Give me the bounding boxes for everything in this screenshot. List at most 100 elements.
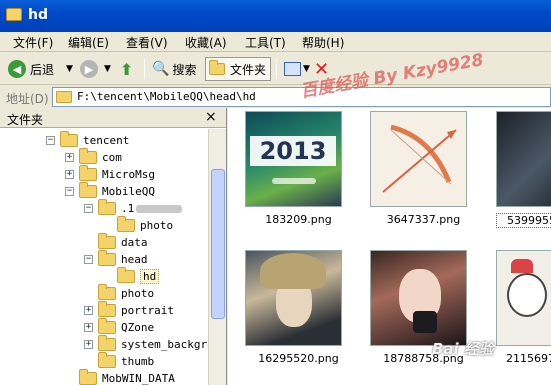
tree-item-label: head — [121, 253, 148, 266]
folder-icon — [79, 148, 97, 164]
tree-item-label: tencent — [83, 134, 130, 147]
tree-item[interactable]: + MicroMsg — [65, 165, 155, 183]
search-icon: 🔍 — [152, 61, 170, 77]
tree-item[interactable]: − MobileQQ — [65, 182, 155, 200]
tree-item[interactable]: photo — [84, 284, 155, 302]
image-detail — [272, 178, 316, 184]
scrollbar-thumb[interactable] — [211, 169, 225, 319]
menu-bar: 文件(F) 编辑(E) 查看(V) 收藏(A) 工具(T) 帮助(H) — [0, 32, 551, 52]
tree-item-label: MobileQQ — [102, 185, 155, 198]
folder-icon — [117, 267, 135, 283]
collapse-icon[interactable]: − — [84, 255, 93, 264]
folder-pane-title: 文件夹 — [7, 113, 44, 127]
tree-item[interactable]: − tencent — [46, 131, 130, 149]
tree-scrollbar[interactable] — [208, 129, 226, 385]
toolbar-separator — [144, 59, 145, 79]
folder-icon — [98, 301, 116, 317]
tree-item[interactable]: hd — [103, 267, 160, 285]
address-field[interactable]: F:\tencent\MobileQQ\head\hd — [52, 87, 551, 107]
expand-icon[interactable]: + — [65, 170, 74, 179]
menu-edit[interactable]: 编辑(E) — [68, 34, 109, 51]
tree-item[interactable]: + QZone — [84, 318, 155, 336]
dropdown-arrow-icon[interactable]: ▼ — [66, 64, 73, 74]
tree-item[interactable]: + com — [65, 148, 122, 166]
collapse-icon[interactable]: − — [84, 204, 93, 213]
redacted-text — [136, 204, 183, 213]
forward-arrow-icon: ▶ — [80, 60, 98, 78]
back-button[interactable]: ◀ 后退 ▼ — [8, 57, 73, 81]
folder-icon — [56, 91, 72, 103]
folders-icon — [209, 60, 225, 75]
expand-icon[interactable]: + — [84, 340, 93, 349]
title-bar: hd — [0, 0, 551, 32]
expand-icon[interactable]: + — [65, 153, 74, 162]
file-name: 183209.png — [265, 213, 332, 226]
image-hat — [511, 259, 533, 273]
folder-icon — [98, 284, 116, 300]
tree-item[interactable]: + portrait — [84, 301, 174, 319]
address-path: F:\tencent\MobileQQ\head\hd — [77, 90, 256, 103]
tree-item[interactable]: photo — [103, 216, 173, 234]
views-icon — [284, 62, 301, 76]
up-folder-icon: ⬆ — [120, 59, 134, 79]
thumbnail-image — [496, 250, 551, 346]
delete-icon: ✕ — [314, 58, 330, 80]
folder-icon — [98, 352, 116, 368]
folder-icon — [98, 250, 116, 266]
back-arrow-icon: ◀ — [8, 60, 26, 78]
search-button[interactable]: 🔍 搜索 — [152, 57, 196, 81]
folders-button[interactable]: 文件夹 — [205, 57, 272, 81]
folder-icon — [98, 335, 116, 351]
tree-item[interactable]: + system_backgrou — [84, 335, 220, 353]
tree-item[interactable]: data — [84, 233, 148, 251]
tree-item[interactable]: thumb — [84, 352, 154, 370]
thumbnail-image — [370, 111, 467, 207]
menu-favorites[interactable]: 收藏(A) — [185, 34, 227, 51]
tree-item[interactable]: MobWIN_DATA — [65, 369, 175, 385]
tree-item-label: MobWIN_DATA — [102, 372, 175, 385]
views-button[interactable]: ▼ — [284, 57, 310, 81]
expand-icon[interactable]: + — [84, 323, 93, 332]
menu-tools[interactable]: 工具(T) — [245, 34, 286, 51]
folder-icon — [98, 199, 116, 215]
menu-view[interactable]: 查看(V) — [126, 34, 168, 51]
address-bar: 地址(D) F:\tencent\MobileQQ\head\hd — [0, 86, 551, 108]
close-icon[interactable]: × — [205, 109, 217, 125]
tree-item-label: QZone — [121, 321, 155, 334]
corner-watermark: Bai 经验 — [432, 340, 494, 358]
tree-item[interactable]: − .1 — [84, 199, 183, 217]
folder-icon — [98, 318, 116, 334]
folder-pane: 文件夹 × − tencent + com + MicroMsg − MobileQQ − .1 p… — [0, 108, 227, 385]
folder-icon — [6, 8, 22, 21]
tree-item-label: hd — [140, 269, 160, 284]
address-label: 地址(D) — [6, 92, 49, 106]
folder-icon — [60, 131, 78, 147]
folder-icon — [79, 182, 97, 198]
tree-item-label: photo — [121, 287, 155, 300]
collapse-icon[interactable]: − — [46, 136, 55, 145]
toolbar: ◀ 后退 ▼ ▶ ▼ ⬆ 🔍 搜索 文件夹 ▼ ✕ — [0, 53, 551, 85]
tree-item[interactable]: − head — [84, 250, 148, 268]
image-microphone — [413, 311, 437, 333]
folder-pane-header: 文件夹 × — [0, 108, 226, 128]
menu-file[interactable]: 文件(F) — [13, 34, 53, 51]
thumbnail-image — [245, 250, 342, 346]
forward-button[interactable]: ▶ ▼ — [80, 57, 111, 81]
views-dropdown-icon[interactable]: ▼ — [303, 64, 310, 74]
folder-tree: − tencent + com + MicroMsg − MobileQQ − .1 photo da… — [0, 129, 220, 385]
delete-button[interactable]: ✕ — [314, 57, 329, 81]
forward-dropdown-icon[interactable]: ▼ — [104, 64, 111, 74]
image-cartoon — [507, 273, 547, 317]
expand-icon[interactable]: + — [84, 306, 93, 315]
image-hair — [260, 253, 326, 289]
collapse-icon[interactable]: − — [65, 187, 74, 196]
back-button-label: 后退 — [30, 62, 55, 77]
up-button[interactable]: ⬆ — [120, 57, 133, 81]
tree-item-label: com — [102, 151, 122, 164]
menu-help[interactable]: 帮助(H) — [302, 34, 344, 51]
